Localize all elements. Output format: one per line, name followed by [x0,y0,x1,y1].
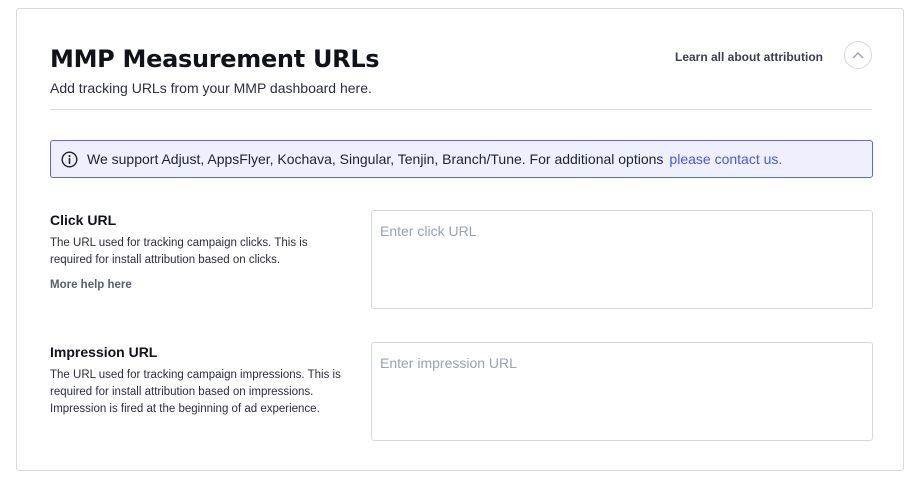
info-icon [60,150,78,168]
click-url-input[interactable] [371,210,873,309]
banner-text: We support Adjust, AppsFlyer, Kochava, S… [87,151,664,167]
click-url-info: Click URL The URL used for tracking camp… [50,211,350,293]
page-title: MMP Measurement URLs [50,45,380,73]
learn-attribution-link[interactable]: Learn all about attribution [675,49,823,65]
chevron-up-icon [852,46,864,64]
impression-url-info: Impression URL The URL used for tracking… [50,343,350,418]
mmp-measurement-card: MMP Measurement URLs Add tracking URLs f… [16,8,904,471]
impression-url-input[interactable] [371,342,873,441]
impression-url-description: The URL used for tracking campaign impre… [50,369,341,415]
click-url-description: The URL used for tracking campaign click… [50,237,308,266]
page-subtitle: Add tracking URLs from your MMP dashboar… [50,80,372,96]
more-help-link[interactable]: More help here [50,277,132,293]
impression-url-label: Impression URL [50,344,158,360]
supported-mmp-banner: We support Adjust, AppsFlyer, Kochava, S… [50,140,873,178]
contact-us-link[interactable]: please contact us. [669,151,782,167]
collapse-button[interactable] [844,41,872,69]
header-divider [50,109,872,110]
click-url-label: Click URL [50,212,117,228]
